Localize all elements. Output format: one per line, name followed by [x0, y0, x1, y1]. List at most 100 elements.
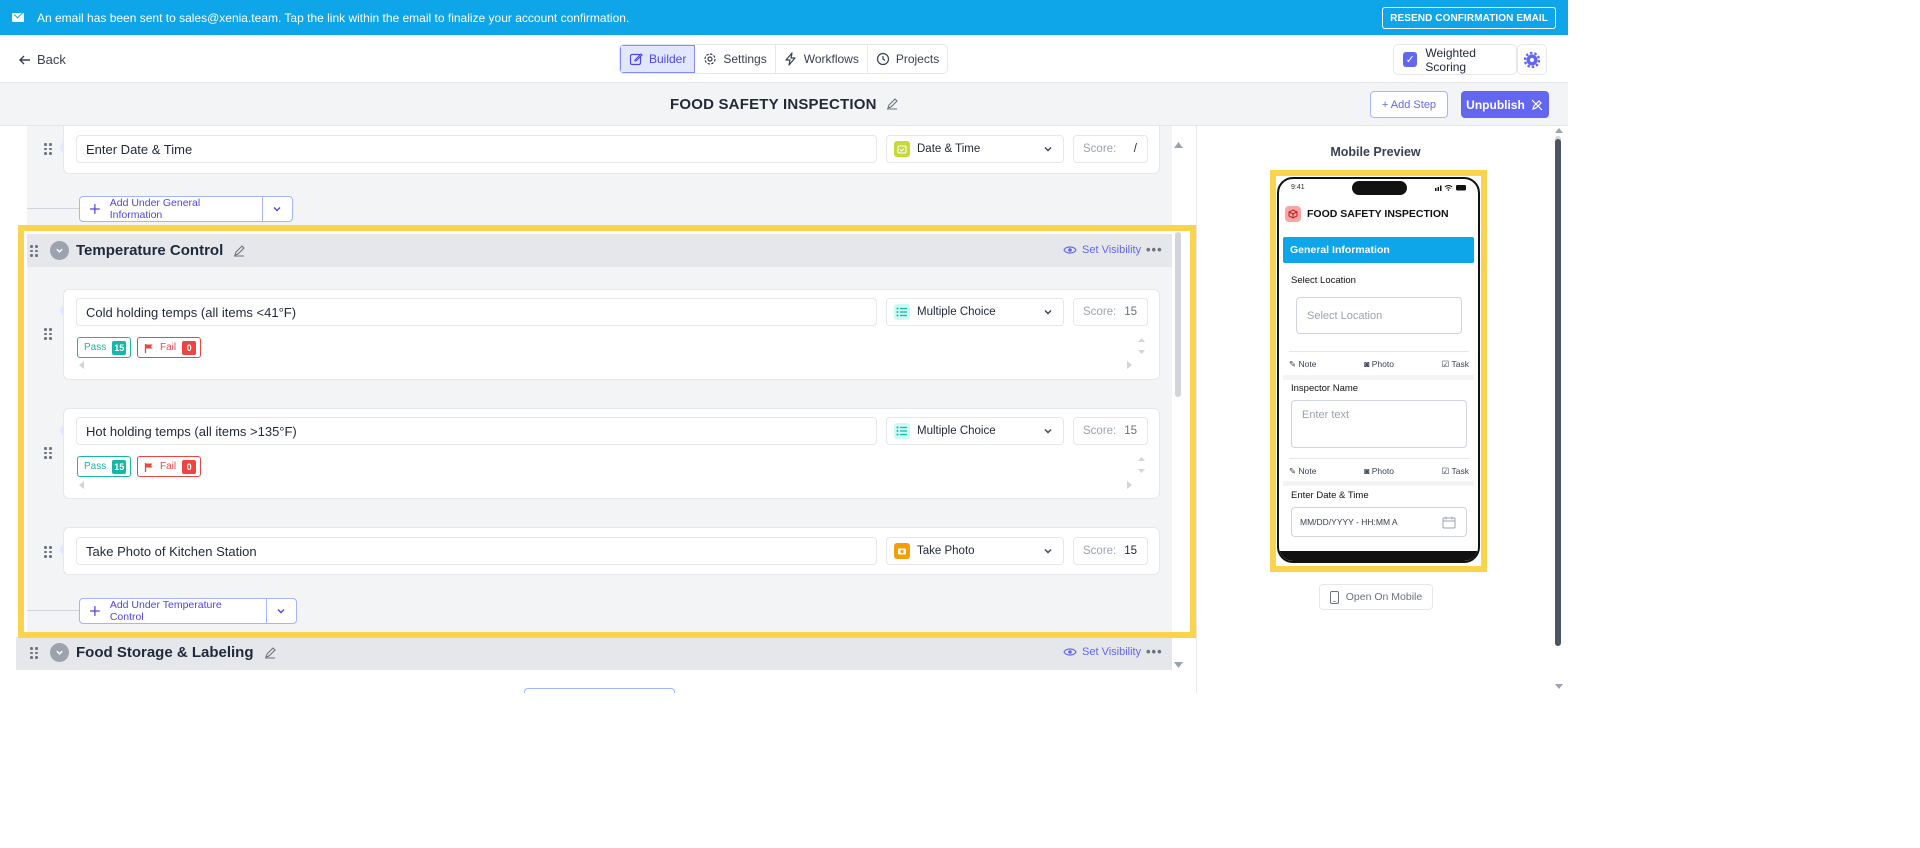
question-type-label: Date & Time — [917, 143, 981, 155]
app-header: FOOD SAFETY INSPECTION — [1285, 206, 1449, 222]
tab-settings[interactable]: Settings — [695, 45, 776, 73]
add-under-general-main[interactable]: Add Under General Information — [80, 197, 263, 221]
score-label: Score: — [1083, 143, 1117, 155]
calendar-icon — [894, 141, 910, 157]
question-type-select[interactable]: Date & Time — [886, 135, 1064, 163]
chevron-down-icon — [273, 207, 281, 212]
field-divider — [1283, 375, 1474, 380]
arrow-left-icon — [19, 55, 30, 64]
box-icon — [1285, 206, 1301, 222]
chevron-down-icon — [1044, 147, 1052, 152]
note-action[interactable]: ✎ Note — [1289, 466, 1316, 477]
task-action[interactable]: ☑ Task — [1442, 466, 1469, 477]
tab-projects[interactable]: Projects — [868, 45, 947, 73]
unpublish-label: Unpublish — [1466, 97, 1525, 112]
more-options-icon[interactable]: ••• — [1146, 644, 1163, 659]
field-label: Inspector Name — [1291, 383, 1359, 394]
photo-action[interactable]: ◙ Photo — [1364, 466, 1394, 477]
page-scrollbar-thumb[interactable] — [1555, 139, 1561, 646]
calendar-icon[interactable] — [1442, 516, 1456, 529]
plus-icon — [90, 204, 100, 214]
question-text-input[interactable]: Enter Date & Time — [76, 135, 877, 163]
open-on-mobile-label: Open On Mobile — [1345, 591, 1423, 603]
weighted-scoring-label: Weighted Scoring — [1425, 45, 1476, 74]
scroll-down-icon[interactable] — [1174, 662, 1183, 668]
tab-workflows[interactable]: Workflows — [776, 45, 868, 73]
section-title: Food Storage & Labeling — [76, 644, 254, 661]
add-step-button[interactable]: + Add Step — [1370, 91, 1448, 118]
score-value: / — [1133, 143, 1137, 155]
panel-divider — [1196, 126, 1197, 693]
add-under-general-dropdown[interactable] — [263, 197, 292, 221]
clock-icon — [876, 52, 889, 66]
set-visibility-button[interactable]: Set Visibility — [1063, 646, 1141, 658]
page-scrollbar[interactable] — [1555, 136, 1561, 646]
add-under-general-button[interactable]: Add Under General Information — [79, 196, 293, 222]
add-under-general-label: Add Under General Information — [109, 197, 201, 221]
page-title: FOOD SAFETY INSPECTION — [0, 96, 1568, 113]
pen-slash-icon — [1531, 99, 1543, 110]
phone-bottom-bar — [1279, 551, 1478, 561]
checkbox-checked-icon[interactable]: ✓ — [1403, 52, 1418, 67]
drag-handle-icon[interactable] — [44, 143, 52, 155]
edit-icon — [629, 53, 643, 66]
gear-icon — [1524, 51, 1540, 68]
unpublish-button[interactable]: Unpublish — [1461, 91, 1549, 118]
top-navigation: Back Builder Settings Workflows Projects… — [0, 35, 1568, 83]
tab-workflows-label: Workflows — [803, 52, 859, 66]
app-title: FOOD SAFETY INSPECTION — [1307, 208, 1449, 220]
date-time-input[interactable]: MM/DD/YYYY - HH:MM A — [1291, 507, 1467, 537]
task-action[interactable]: ☑ Task — [1442, 359, 1469, 370]
back-button[interactable]: Back — [19, 52, 66, 67]
phone-mockup: 9:41 FOOD SAFETY INSPECTION General Info… — [1277, 177, 1480, 563]
signal-wifi-battery-icon — [1435, 185, 1466, 191]
tab-builder[interactable]: Builder — [620, 45, 696, 73]
field-label: Select Location — [1291, 275, 1356, 286]
field-actions: ✎ Note ◙ Photo ☑ Task — [1289, 458, 1469, 477]
add-section-button-partial[interactable] — [524, 688, 675, 693]
field-divider — [1283, 481, 1474, 486]
scroll-down-icon[interactable] — [1555, 684, 1563, 689]
open-on-mobile-button[interactable]: Open On Mobile — [1319, 584, 1433, 610]
mobile-preview-title: Mobile Preview — [1330, 145, 1421, 159]
lightning-icon — [785, 52, 796, 66]
phone-icon — [1329, 590, 1339, 604]
note-action[interactable]: ✎ Note — [1289, 359, 1316, 370]
pencil-icon[interactable] — [886, 98, 898, 110]
tab-projects-label: Projects — [895, 52, 940, 66]
scroll-up-icon[interactable] — [1174, 142, 1183, 148]
divider — [27, 208, 79, 209]
notification-banner: An email has been sent to sales@xenia.te… — [0, 0, 1568, 35]
tab-settings-label: Settings — [723, 52, 767, 66]
select-location-input[interactable]: Select Location — [1296, 297, 1462, 334]
page-title-text: FOOD SAFETY INSPECTION — [669, 96, 877, 113]
highlight-box — [18, 225, 1196, 638]
inspector-name-input[interactable]: Enter text — [1291, 400, 1467, 448]
resend-confirmation-button[interactable]: RESEND CONFIRMATION EMAIL — [1382, 7, 1556, 29]
weighted-scoring-toggle[interactable]: ✓ Weighted Scoring — [1393, 44, 1517, 75]
field-actions: ✎ Note ◙ Photo ☑ Task — [1289, 351, 1469, 370]
section-tab[interactable]: General Information — [1283, 237, 1474, 263]
mail-icon — [12, 13, 24, 22]
section-header: Food Storage & Labeling — [50, 643, 276, 662]
date-time-placeholder: MM/DD/YYYY - HH:MM A — [1300, 517, 1398, 527]
form-title-bar: FOOD SAFETY INSPECTION + Add Step Unpubl… — [0, 83, 1568, 126]
scroll-up-icon[interactable] — [1555, 128, 1563, 133]
collapse-chevron-icon[interactable] — [50, 643, 69, 662]
drag-handle-icon[interactable] — [30, 647, 38, 659]
dynamic-island — [1352, 181, 1407, 195]
back-label: Back — [37, 52, 66, 67]
score-field[interactable]: Score: / — [1073, 135, 1148, 163]
gear-icon — [704, 53, 716, 65]
pencil-icon[interactable] — [264, 646, 276, 659]
banner-message: An email has been sent to sales@xenia.te… — [37, 10, 630, 25]
scoring-settings-button[interactable] — [1517, 44, 1547, 75]
builder-tabs: Builder Settings Workflows Projects — [619, 44, 949, 74]
eye-icon — [1063, 648, 1077, 656]
set-visibility-label: Set Visibility — [1082, 646, 1142, 658]
builder-canvas: 3 Enter Date & Time Date & Time Score: /… — [0, 126, 1196, 693]
photo-action[interactable]: ◙ Photo — [1364, 359, 1394, 370]
status-time: 9:41 — [1291, 184, 1305, 191]
field-label: Enter Date & Time — [1291, 490, 1369, 501]
tab-builder-label: Builder — [649, 52, 687, 66]
